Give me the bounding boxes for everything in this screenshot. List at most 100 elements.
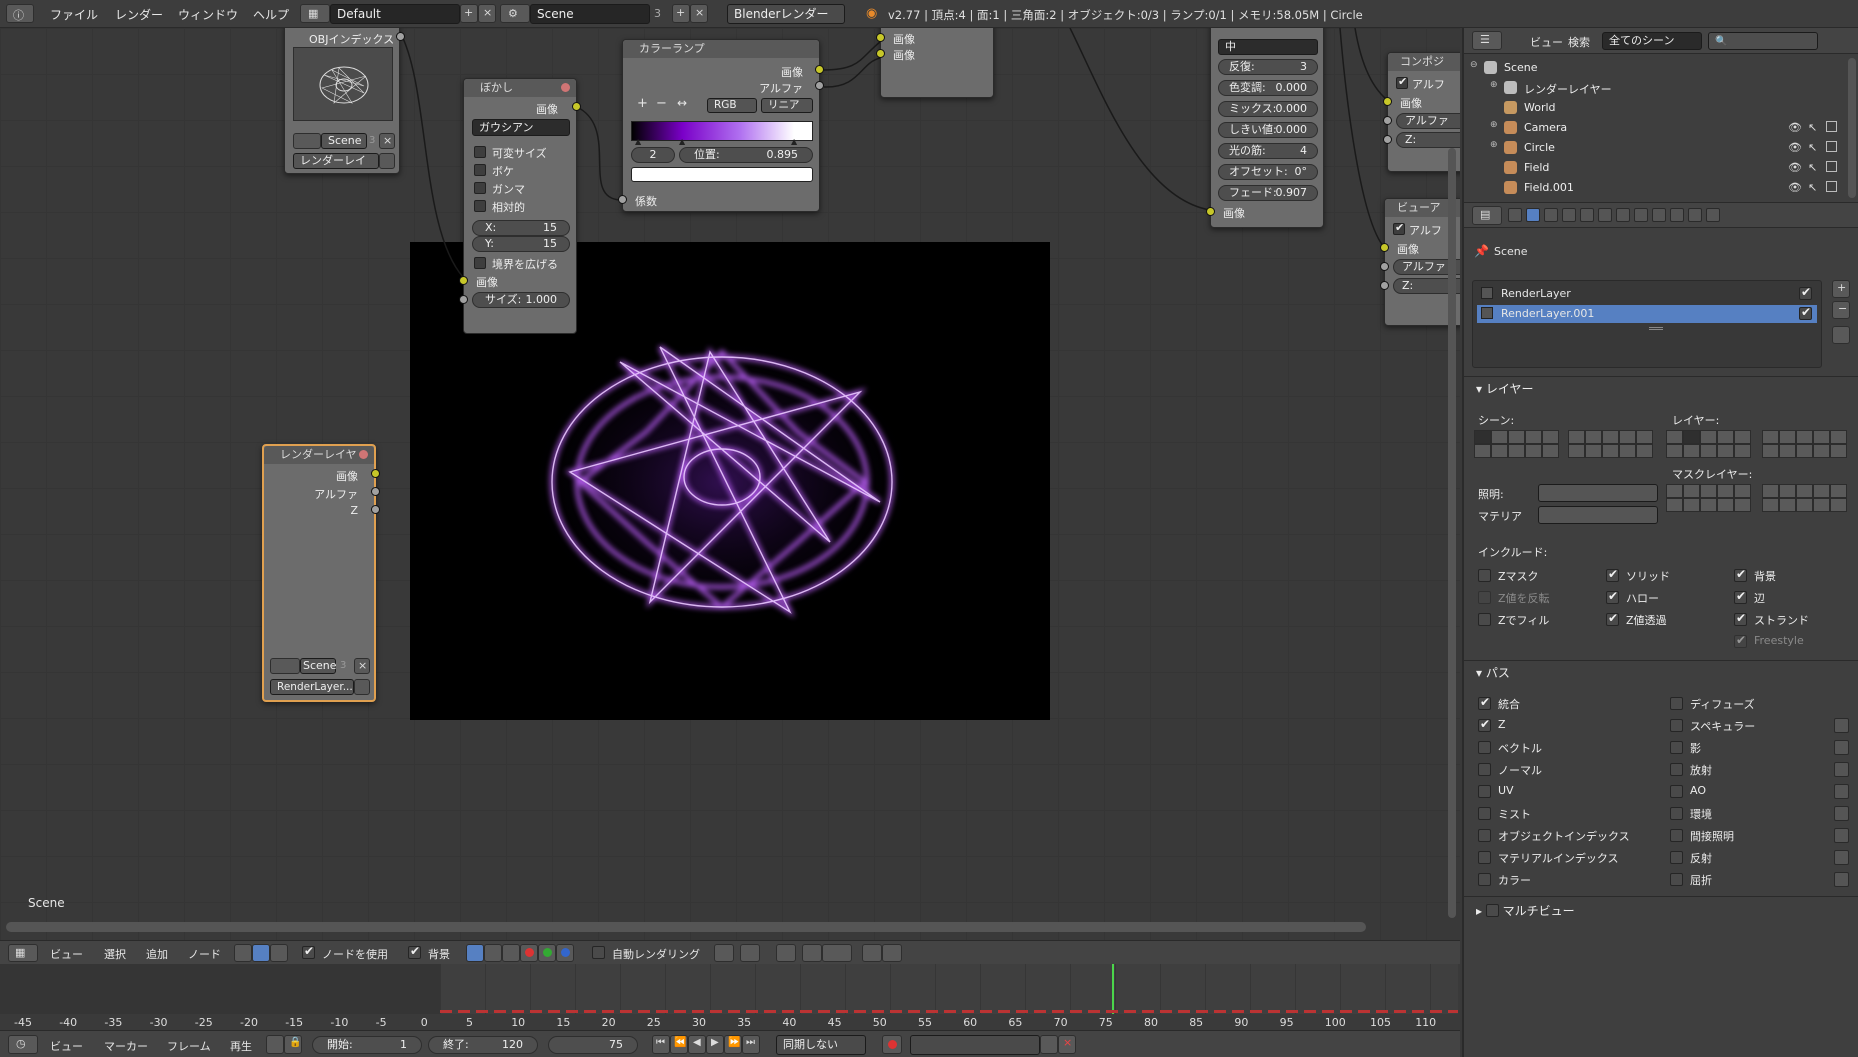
blur-size-field[interactable]: サイズ: 1.000 bbox=[472, 292, 570, 308]
render-layer-button[interactable] bbox=[1779, 430, 1796, 444]
ramp-alpha-output-socket[interactable] bbox=[815, 81, 824, 90]
outliner-tree[interactable]: ⊖ Scene ⊕ レンダーレイヤー World ⊕ Camera 👁 ↖ ⊕ Circle 👁 ↖ Fi… bbox=[1464, 54, 1858, 200]
mask-layer-button[interactable] bbox=[1717, 484, 1734, 498]
render-layer-item[interactable]: RenderLayer bbox=[1477, 285, 1817, 303]
sync-mode-select[interactable]: 同期しない bbox=[776, 1035, 866, 1055]
scene-layer-button[interactable] bbox=[1568, 444, 1585, 458]
channel-blue-icon[interactable] bbox=[556, 944, 574, 962]
menu-view[interactable]: ビュー bbox=[50, 946, 83, 962]
passes-panel-toggle[interactable]: ▾ パス bbox=[1476, 664, 1510, 681]
exclude-pass-icon[interactable] bbox=[1834, 850, 1849, 865]
insert-keyframe-icon[interactable] bbox=[1040, 1035, 1058, 1054]
snap-target-icon[interactable] bbox=[822, 944, 852, 962]
snap-element-icon[interactable] bbox=[802, 944, 822, 962]
scene-icon[interactable]: ⚙ bbox=[500, 4, 530, 23]
pin-layer-icon[interactable] bbox=[1832, 326, 1850, 344]
mask-layer-button[interactable] bbox=[1666, 498, 1683, 512]
render-layer-button[interactable] bbox=[1830, 444, 1847, 458]
use-alpha-checkbox[interactable] bbox=[1396, 75, 1408, 89]
composite-image-socket[interactable] bbox=[1383, 97, 1392, 106]
mask-layer-button[interactable] bbox=[1762, 484, 1779, 498]
include-checkbox[interactable] bbox=[1606, 567, 1619, 582]
render-layer-list[interactable]: RenderLayer RenderLayer.001 bbox=[1472, 280, 1822, 368]
render-layer-button[interactable] bbox=[1796, 444, 1813, 458]
expand-toggle-icon[interactable]: ⊕ bbox=[1490, 140, 1498, 150]
menu-render[interactable]: レンダー bbox=[115, 6, 163, 23]
exclude-pass-icon[interactable] bbox=[1834, 806, 1849, 821]
outliner-item-label[interactable]: Field.001 bbox=[1524, 181, 1574, 194]
delete-keyframe-icon[interactable]: × bbox=[1058, 1035, 1076, 1054]
channel-green-icon[interactable] bbox=[538, 944, 556, 962]
composite-z-socket[interactable] bbox=[1383, 135, 1392, 144]
constraints-tab-icon[interactable] bbox=[1598, 208, 1612, 222]
screen-layout-field[interactable]: Default bbox=[330, 4, 460, 24]
mask-layer-button[interactable] bbox=[1700, 484, 1717, 498]
menu-file[interactable]: ファイル bbox=[50, 6, 98, 23]
render-layer-button[interactable] bbox=[1734, 444, 1751, 458]
render-layer-button[interactable] bbox=[1762, 444, 1779, 458]
menu-node[interactable]: ノード bbox=[188, 946, 221, 962]
render-layer-button[interactable] bbox=[1700, 444, 1717, 458]
blur-image-input-socket[interactable] bbox=[459, 276, 468, 285]
auto-render-checkbox[interactable] bbox=[592, 946, 605, 959]
variable-size-checkbox[interactable] bbox=[474, 146, 486, 158]
info-editor-type-icon[interactable]: ⓘ bbox=[6, 4, 34, 23]
render-layer-button[interactable] bbox=[1700, 430, 1717, 444]
pass-checkbox[interactable] bbox=[1478, 851, 1491, 864]
composite-alpha-socket[interactable] bbox=[1383, 116, 1392, 125]
blur-type-select[interactable]: ガウシアン bbox=[472, 119, 570, 136]
scene-layer-button[interactable] bbox=[1568, 430, 1585, 444]
viewer-alpha-checkbox[interactable] bbox=[1393, 221, 1405, 235]
remove-layer-icon[interactable]: − bbox=[1832, 301, 1850, 319]
fade-field[interactable]: フェード: 0.907 bbox=[1218, 185, 1318, 201]
outliner-row[interactable]: Field 👁 ↖ bbox=[1464, 158, 1858, 178]
render-layer-button[interactable] bbox=[1666, 430, 1683, 444]
shader-tree-icon[interactable] bbox=[234, 944, 252, 962]
visibility-eye-icon[interactable]: 👁 bbox=[1788, 161, 1802, 174]
pass-checkbox[interactable] bbox=[1478, 829, 1491, 842]
factor-input-socket[interactable] bbox=[618, 195, 627, 204]
pass-checkbox[interactable] bbox=[1478, 763, 1491, 776]
end-frame-field[interactable]: 終了: 120 bbox=[428, 1036, 538, 1054]
render-icon[interactable] bbox=[379, 153, 395, 169]
include-checkbox[interactable] bbox=[1734, 567, 1747, 582]
material-override-field[interactable] bbox=[1538, 506, 1658, 524]
render-camera-icon[interactable] bbox=[1826, 181, 1837, 192]
keying-set-field[interactable] bbox=[910, 1035, 1040, 1055]
exclude-pass-icon[interactable] bbox=[1834, 872, 1849, 887]
channel-red-icon[interactable] bbox=[520, 944, 538, 962]
ramp-stop-marker[interactable]: ▲ bbox=[679, 137, 685, 146]
scene-layer-button[interactable] bbox=[1636, 430, 1653, 444]
iterations-field[interactable]: 反復: 3 bbox=[1218, 59, 1318, 75]
mix-field[interactable]: ミックス: 0.000 bbox=[1218, 101, 1318, 117]
material-tab-icon[interactable] bbox=[1652, 208, 1666, 222]
render-layers-tab-icon[interactable] bbox=[1526, 208, 1540, 222]
include-checkbox[interactable] bbox=[1478, 591, 1491, 604]
pass-checkbox[interactable] bbox=[1478, 741, 1491, 754]
render-layer-button[interactable] bbox=[1717, 430, 1734, 444]
parent-node-icon[interactable] bbox=[740, 944, 760, 962]
editor-type-icon[interactable]: ▤ bbox=[1472, 206, 1502, 225]
include-checkbox[interactable] bbox=[1478, 613, 1491, 626]
blur-node[interactable]: ぼかし 画像 ガウシアン 可変サイズ ボケ ガンマ 相対的 X: 15 Y: 15 … bbox=[459, 78, 581, 334]
data-tab-icon[interactable] bbox=[1634, 208, 1648, 222]
scene-layer-button[interactable] bbox=[1636, 444, 1653, 458]
outliner-row[interactable]: Lamp👁↖ bbox=[1464, 198, 1858, 200]
exclude-pass-icon[interactable] bbox=[1834, 740, 1849, 755]
timeline[interactable]: -45 -40 -35 -30 -25 -20 -15 -10 -5 0 5 10 15 20 25 30 35… bbox=[0, 964, 1460, 1030]
menu-marker[interactable]: マーカー bbox=[104, 1038, 148, 1054]
outliner-row[interactable]: Field.001 👁 ↖ bbox=[1464, 178, 1858, 198]
active-stop-index[interactable]: 2 bbox=[631, 147, 675, 163]
multiview-checkbox[interactable] bbox=[1485, 904, 1499, 917]
blur-x-field[interactable]: X: 15 bbox=[472, 220, 570, 236]
render-layer-enable-checkbox[interactable] bbox=[1799, 305, 1812, 320]
color-ramp-header[interactable]: カラーランプ bbox=[623, 40, 819, 58]
copy-nodes-icon[interactable] bbox=[862, 944, 882, 962]
color-mode-select[interactable]: RGB bbox=[707, 98, 757, 113]
modifiers-tab-icon[interactable] bbox=[1616, 208, 1630, 222]
jump-keyframe-back-icon[interactable]: ⏪ bbox=[670, 1035, 688, 1054]
include-checkbox[interactable] bbox=[1606, 589, 1619, 604]
editor-type-icon[interactable]: ☰ bbox=[1472, 31, 1502, 50]
scene-layer-button[interactable] bbox=[1474, 444, 1491, 458]
close-icon[interactable]: × bbox=[379, 133, 395, 149]
